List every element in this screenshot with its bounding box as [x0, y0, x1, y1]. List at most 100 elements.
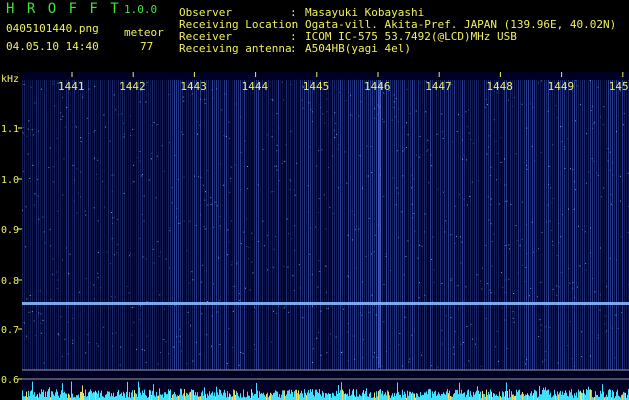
noise-speckle [597, 86, 599, 88]
noise-speckle [505, 245, 507, 246]
level-bar [610, 389, 611, 400]
level-bar [196, 395, 197, 400]
noise-speckle [82, 96, 84, 98]
noise-speckle [594, 121, 596, 123]
noise-speckle [283, 266, 285, 267]
level-bar [536, 391, 537, 400]
level-bar [109, 391, 110, 400]
noise-streak [434, 80, 435, 370]
noise-streak [624, 80, 625, 370]
level-bar [332, 392, 333, 400]
level-bar [394, 392, 395, 400]
noise-speckle [284, 161, 286, 163]
level-bar [550, 392, 551, 400]
noise-streak [168, 80, 169, 370]
level-bar [410, 391, 411, 400]
noise-streak [256, 80, 257, 370]
noise-speckle [214, 201, 216, 203]
noise-speckle [445, 220, 446, 222]
noise-speckle [318, 331, 320, 333]
level-bar [603, 391, 604, 400]
noise-speckle [395, 204, 397, 206]
noise-speckle [486, 153, 488, 155]
noise-speckle [571, 358, 573, 360]
level-bar [467, 390, 468, 400]
noise-streak [122, 80, 123, 370]
noise-speckle [240, 352, 242, 353]
level-bar [623, 391, 624, 400]
noise-speckle [415, 154, 417, 156]
level-bar [458, 394, 459, 400]
noise-speckle [336, 133, 337, 135]
noise-speckle [139, 101, 141, 103]
noise-speckle [194, 175, 195, 177]
noise-streak [116, 80, 117, 370]
level-bar [117, 392, 118, 400]
level-bar [337, 394, 338, 400]
noise-speckle [229, 180, 231, 182]
level-bar [143, 393, 144, 400]
noise-streak [258, 80, 259, 370]
noise-speckle [146, 82, 148, 83]
noise-speckle [32, 134, 34, 136]
noise-speckle [231, 220, 233, 222]
level-bar [366, 388, 367, 400]
noise-speckle [183, 220, 185, 222]
noise-streak [386, 80, 387, 370]
level-bar [175, 394, 176, 400]
noise-speckle [76, 126, 77, 128]
noise-speckle [488, 219, 490, 221]
level-bar [380, 389, 381, 400]
noise-streak [522, 80, 523, 370]
noise-speckle [344, 151, 346, 153]
noise-speckle [240, 116, 241, 118]
level-bar [28, 390, 29, 400]
noise-speckle [490, 198, 492, 200]
file-name: 0405101440.png [6, 22, 99, 35]
time-tick-label: 1446 [364, 80, 391, 93]
noise-speckle [496, 179, 498, 181]
level-bar [218, 394, 219, 400]
level-bar [63, 392, 64, 400]
level-bar [365, 391, 366, 400]
level-bar [359, 394, 360, 400]
noise-speckle [219, 215, 221, 217]
level-bar [621, 395, 622, 400]
level-bar [566, 392, 567, 400]
level-bar [535, 390, 536, 400]
level-bar [442, 394, 443, 400]
noise-speckle [106, 251, 108, 253]
level-bar [574, 393, 575, 400]
noise-speckle [176, 208, 178, 210]
noise-speckle [603, 106, 605, 108]
noise-speckle [262, 220, 264, 222]
level-bar [310, 389, 311, 400]
noise-speckle [273, 310, 274, 312]
noise-speckle [189, 282, 190, 284]
noise-speckle [544, 359, 546, 361]
noise-speckle [428, 182, 430, 184]
noise-speckle [97, 276, 99, 278]
noise-speckle [274, 165, 276, 167]
level-bar [65, 393, 66, 400]
noise-speckle [463, 341, 464, 343]
noise-speckle [617, 327, 619, 329]
freq-tick-label: 1.1 [1, 124, 19, 135]
noise-speckle [80, 171, 82, 173]
noise-speckle [287, 266, 289, 268]
level-bar [113, 392, 114, 400]
noise-speckle [128, 292, 130, 294]
noise-speckle [620, 200, 621, 202]
noise-speckle [367, 175, 369, 177]
noise-speckle [360, 101, 362, 103]
level-bar [285, 396, 286, 400]
freq-tick-label: 1.0 [1, 175, 19, 186]
noise-speckle [251, 232, 253, 234]
noise-speckle [230, 177, 232, 179]
noise-speckle [112, 345, 114, 347]
noise-speckle [275, 165, 277, 167]
noise-streak [492, 80, 493, 370]
noise-streak [210, 80, 211, 370]
noise-speckle [211, 345, 213, 347]
level-bar [483, 393, 484, 400]
